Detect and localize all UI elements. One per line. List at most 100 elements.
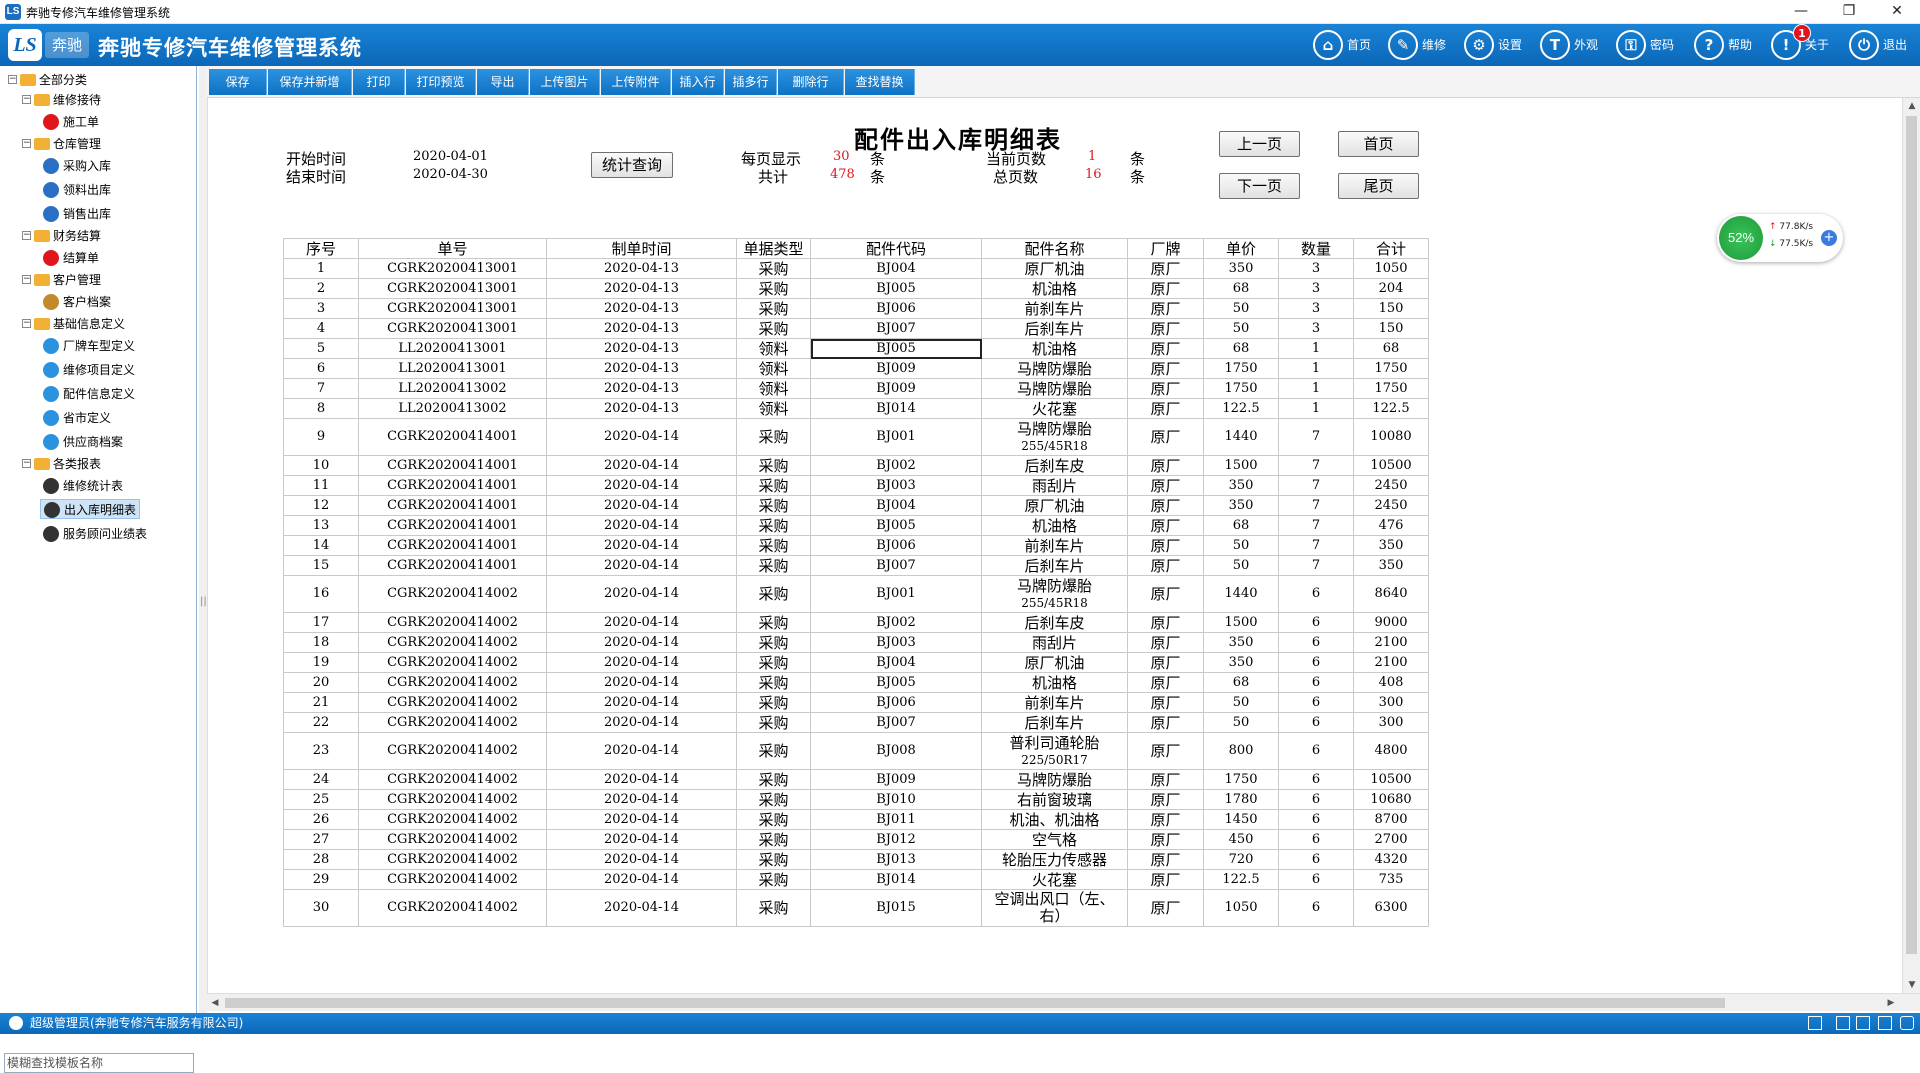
table-cell[interactable]: BJ014 (810, 869, 982, 890)
table-cell[interactable]: 3 (1278, 318, 1354, 339)
table-cell[interactable]: 2020-04-14 (546, 652, 737, 673)
table-cell[interactable]: 2020-04-14 (546, 829, 737, 850)
table-row[interactable]: 27 CGRK20200414002 2020-04-14 采购 BJ012 空气格 原厂 4… (283, 829, 1429, 850)
table-cell[interactable]: 3 (283, 298, 359, 319)
table-cell[interactable]: 原厂 (1127, 278, 1204, 299)
sidebar-item[interactable]: 销售出库 (40, 204, 114, 224)
table-cell[interactable]: 采购 (736, 455, 811, 476)
table-cell[interactable]: 2020-04-14 (546, 769, 737, 790)
vertical-scroll-thumb[interactable] (1906, 116, 1917, 954)
table-cell[interactable]: BJ012 (810, 829, 982, 850)
table-cell[interactable]: BJ005 (810, 338, 982, 359)
table-cell[interactable]: 采购 (736, 692, 811, 713)
table-cell[interactable]: 16 (283, 575, 359, 613)
table-cell[interactable]: 29 (283, 869, 359, 890)
table-cell[interactable]: 6 (1278, 769, 1354, 790)
table-cell[interactable]: 前刹车片 (981, 298, 1128, 319)
toolbar-button[interactable]: 打印 (353, 69, 405, 95)
table-cell[interactable]: 10500 (1353, 455, 1429, 476)
table-cell[interactable]: 6300 (1353, 889, 1429, 927)
table-cell[interactable]: 735 (1353, 869, 1429, 890)
table-cell[interactable]: BJ009 (810, 378, 982, 399)
table-cell[interactable]: 原厂机油 (981, 258, 1128, 279)
sidebar-splitter[interactable]: || (199, 66, 207, 1013)
plus-icon[interactable]: + (1821, 230, 1837, 246)
toolbar-button[interactable]: 上传图片 (530, 69, 600, 95)
table-cell[interactable]: 2020-04-13 (546, 338, 737, 359)
table-cell[interactable]: 原厂 (1127, 258, 1204, 279)
table-cell[interactable]: 27 (283, 829, 359, 850)
table-row[interactable]: 18 CGRK20200414002 2020-04-14 采购 BJ003 雨刮片 原厂 3… (283, 632, 1429, 653)
table-cell[interactable]: 原厂 (1127, 732, 1204, 770)
table-row[interactable]: 7 LL20200413002 2020-04-13 领料 BJ009 马牌防爆胎 原厂 17… (283, 378, 1429, 399)
table-cell[interactable]: BJ001 (810, 575, 982, 613)
network-speed-widget[interactable]: 52% ↑ 77.8K/s ↓ 77.5K/s + (1717, 214, 1843, 262)
table-cell[interactable]: 720 (1203, 849, 1279, 870)
grid-icon[interactable] (1836, 1016, 1850, 1030)
table-cell[interactable]: 1500 (1203, 612, 1279, 633)
table-row[interactable]: 12 CGRK20200414001 2020-04-14 采购 BJ004 原厂机油 原厂… (283, 495, 1429, 516)
close-button[interactable]: ✕ (1874, 0, 1920, 24)
table-cell[interactable]: 2020-04-14 (546, 889, 737, 927)
table-cell[interactable]: CGRK20200414001 (358, 418, 547, 456)
column-header[interactable]: 合计 (1353, 238, 1429, 259)
table-cell[interactable]: 马牌防爆胎 255/45R18 (981, 418, 1128, 456)
table-cell[interactable]: 68 (1203, 278, 1279, 299)
scroll-up-icon[interactable]: ▲ (1903, 98, 1920, 114)
table-cell[interactable]: CGRK20200414002 (358, 809, 547, 830)
toolbar-button[interactable]: 删除行 (778, 69, 844, 95)
toolbar-button[interactable]: 插多行 (725, 69, 777, 95)
table-cell[interactable]: 原厂 (1127, 535, 1204, 556)
table-cell[interactable]: 17 (283, 612, 359, 633)
table-cell[interactable]: 机油格 (981, 672, 1128, 693)
collapse-icon[interactable]: − (22, 275, 31, 284)
table-cell[interactable]: CGRK20200414002 (358, 889, 547, 927)
sidebar-item[interactable]: 施工单 (40, 112, 102, 132)
table-cell[interactable]: 采购 (736, 789, 811, 810)
toolbar-button[interactable]: 导出 (477, 69, 529, 95)
table-cell[interactable]: 2020-04-13 (546, 258, 737, 279)
table-cell[interactable]: 2020-04-13 (546, 378, 737, 399)
table-cell[interactable]: CGRK20200413001 (358, 298, 547, 319)
table-cell[interactable]: BJ005 (810, 672, 982, 693)
table-cell[interactable]: CGRK20200414002 (358, 732, 547, 770)
table-cell[interactable]: BJ005 (810, 278, 982, 299)
table-cell[interactable]: CGRK20200414002 (358, 829, 547, 850)
toolbar-button[interactable]: 保存 (209, 69, 267, 95)
table-cell[interactable]: 2450 (1353, 475, 1429, 496)
table-cell[interactable]: 12 (283, 495, 359, 516)
table-cell[interactable]: BJ002 (810, 612, 982, 633)
table-row[interactable]: 8 LL20200413002 2020-04-13 领料 BJ014 火花塞 原厂 122.… (283, 398, 1429, 419)
table-cell[interactable]: 空气格 (981, 829, 1128, 850)
table-row[interactable]: 20 CGRK20200414002 2020-04-14 采购 BJ005 机油格 原厂 6… (283, 672, 1429, 693)
table-cell[interactable]: BJ003 (810, 475, 982, 496)
table-row[interactable]: 10 CGRK20200414001 2020-04-14 采购 BJ002 后刹车皮 原厂… (283, 455, 1429, 476)
sidebar-item[interactable]: 维修统计表 (40, 476, 126, 496)
table-cell[interactable]: 4 (283, 318, 359, 339)
table-cell[interactable]: CGRK20200414001 (358, 495, 547, 516)
table-row[interactable]: 3 CGRK20200413001 2020-04-13 采购 BJ006 前刹车片 原厂 5… (283, 298, 1429, 319)
toolbar-button[interactable]: 打印预览 (406, 69, 476, 95)
sidebar-item[interactable]: 维修项目定义 (40, 360, 138, 380)
table-cell[interactable]: 450 (1203, 829, 1279, 850)
table-cell[interactable]: 1750 (1353, 358, 1429, 379)
table-cell[interactable]: 13 (283, 515, 359, 536)
table-cell[interactable]: 前刹车片 (981, 692, 1128, 713)
table-cell[interactable]: 2020-04-14 (546, 418, 737, 456)
column-header[interactable]: 单号 (358, 238, 547, 259)
table-row[interactable]: 15 CGRK20200414001 2020-04-14 采购 BJ007 后刹车片 原厂… (283, 555, 1429, 576)
table-cell[interactable]: CGRK20200414002 (358, 789, 547, 810)
table-cell[interactable]: 1440 (1203, 575, 1279, 613)
table-cell[interactable]: BJ009 (810, 358, 982, 379)
table-cell[interactable]: 轮胎压力传感器 (981, 849, 1128, 870)
table-cell[interactable]: 476 (1353, 515, 1429, 536)
toolbar-button[interactable]: 保存并新增 (268, 69, 352, 95)
column-header[interactable]: 单据类型 (736, 238, 811, 259)
table-cell[interactable]: 采购 (736, 495, 811, 516)
table-cell[interactable]: 原厂 (1127, 575, 1204, 613)
table-cell[interactable]: 原厂 (1127, 455, 1204, 476)
table-cell[interactable]: 原厂 (1127, 889, 1204, 927)
table-cell[interactable]: 30 (283, 889, 359, 927)
table-cell[interactable]: 雨刮片 (981, 632, 1128, 653)
table-cell[interactable]: 8700 (1353, 809, 1429, 830)
